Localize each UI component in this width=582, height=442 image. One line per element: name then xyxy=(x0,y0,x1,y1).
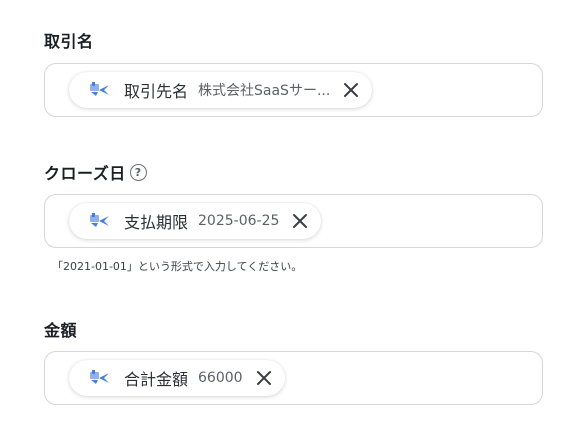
variable-chip[interactable]: 支払期限 2025-06-25 xyxy=(69,203,322,239)
field-label-close-date: クローズ日 ? xyxy=(44,160,147,184)
app-logo-icon xyxy=(90,213,109,227)
app-logo-icon xyxy=(90,82,109,96)
close-icon[interactable] xyxy=(342,81,360,99)
amount-input[interactable]: 合計金額 66000 xyxy=(44,351,543,405)
question-circle-icon[interactable]: ? xyxy=(129,163,147,181)
variable-chip[interactable]: 取引先名 株式会社SaaSサー... xyxy=(69,72,373,108)
close-icon[interactable] xyxy=(291,212,309,230)
field-hint: 「2021-01-01」という形式で入力してください。 xyxy=(52,260,303,273)
close-date-input[interactable]: 支払期限 2025-06-25 xyxy=(44,194,543,248)
form: 取引名 取引先名 株式会社SaaSサー... クローズ日 ? 支払期限 2025… xyxy=(0,0,582,442)
chip-value: 2025-06-25 xyxy=(198,213,280,229)
field-label-text: 金額 xyxy=(44,321,78,340)
deal-name-input[interactable]: 取引先名 株式会社SaaSサー... xyxy=(44,63,543,117)
chip-name: 合計金額 xyxy=(124,370,189,389)
chip-value: 株式会社SaaSサー... xyxy=(198,83,331,99)
variable-chip[interactable]: 合計金額 66000 xyxy=(69,360,285,396)
chip-value: 66000 xyxy=(198,370,243,386)
close-icon[interactable] xyxy=(255,369,273,387)
field-label-amount: 金額 xyxy=(44,317,77,341)
field-label-text: 取引名 xyxy=(44,32,94,51)
chip-name: 支払期限 xyxy=(124,213,189,232)
app-logo-icon xyxy=(90,370,109,384)
chip-name: 取引先名 xyxy=(124,82,189,101)
field-label-deal-name: 取引名 xyxy=(44,28,94,52)
field-label-text: クローズ日 xyxy=(44,164,126,183)
